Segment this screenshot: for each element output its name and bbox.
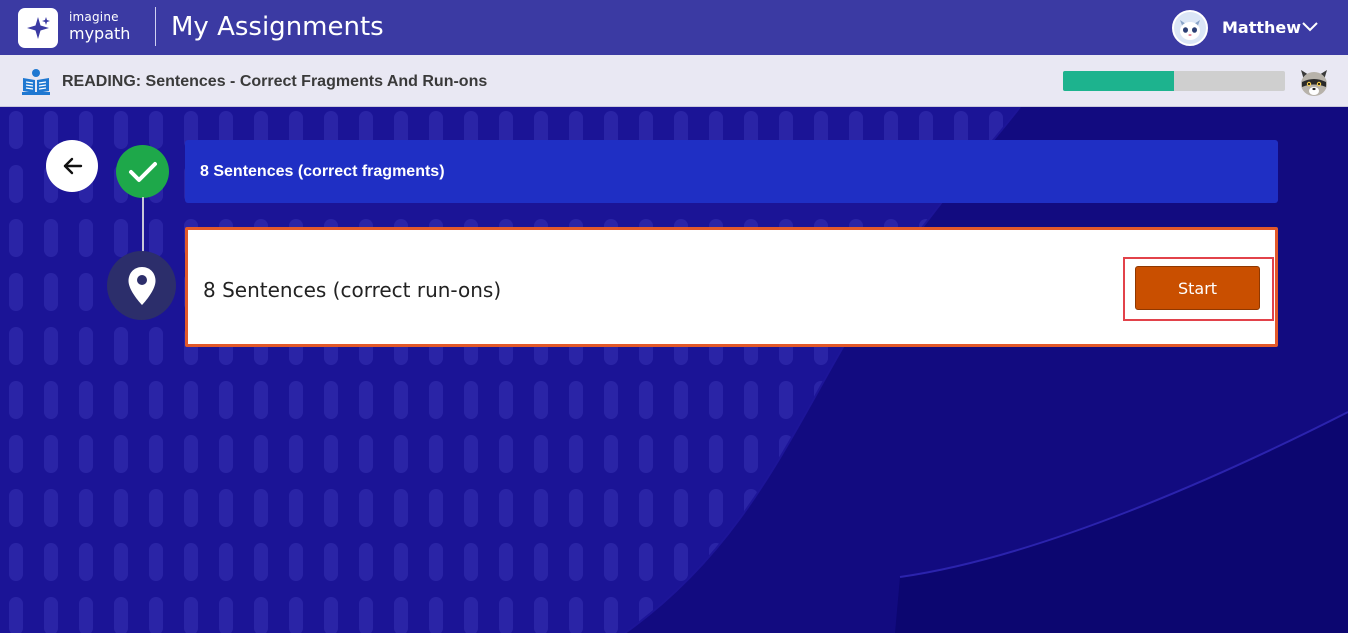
logo-wordmark: imagine mypath bbox=[69, 11, 130, 42]
chevron-down-icon[interactable] bbox=[1301, 20, 1319, 34]
lesson-card-completed[interactable]: 8 Sentences (correct fragments) bbox=[185, 140, 1278, 203]
lesson-current-node bbox=[107, 251, 176, 320]
progress-fill bbox=[1063, 71, 1174, 91]
location-pin-icon bbox=[128, 266, 155, 305]
assignment-bar: READING: Sentences - Correct Fragments A… bbox=[0, 55, 1348, 107]
lesson-card-current: 8 Sentences (correct run-ons) Start bbox=[185, 227, 1278, 347]
checkmark-icon bbox=[128, 161, 157, 182]
logo-line-2: mypath bbox=[69, 24, 131, 43]
reading-book-icon bbox=[21, 68, 51, 96]
assignment-subject: READING: Sentences - Correct Fragments A… bbox=[62, 73, 488, 90]
user-avatar[interactable] bbox=[1172, 10, 1208, 46]
lesson-title: 8 Sentences (correct run-ons) bbox=[203, 278, 502, 302]
back-button[interactable] bbox=[46, 140, 98, 192]
logo-line-1: imagine bbox=[69, 10, 119, 24]
raccoon-mascot-icon bbox=[1298, 66, 1330, 98]
assignment-progress-bar bbox=[1063, 71, 1285, 91]
header-divider bbox=[155, 7, 156, 46]
lesson-path-connector bbox=[142, 197, 144, 253]
page-title: My Assignments bbox=[171, 12, 384, 42]
imagine-mypath-logo-icon[interactable] bbox=[18, 8, 58, 48]
lesson-title: 8 Sentences (correct fragments) bbox=[200, 162, 445, 180]
arrow-left-icon bbox=[63, 157, 83, 175]
user-name[interactable]: Matthew bbox=[1222, 18, 1301, 37]
lesson-complete-node bbox=[116, 145, 169, 198]
top-navigation-bar: imagine mypath My Assignments Matthew bbox=[0, 0, 1348, 55]
start-button[interactable]: Start bbox=[1135, 266, 1260, 310]
